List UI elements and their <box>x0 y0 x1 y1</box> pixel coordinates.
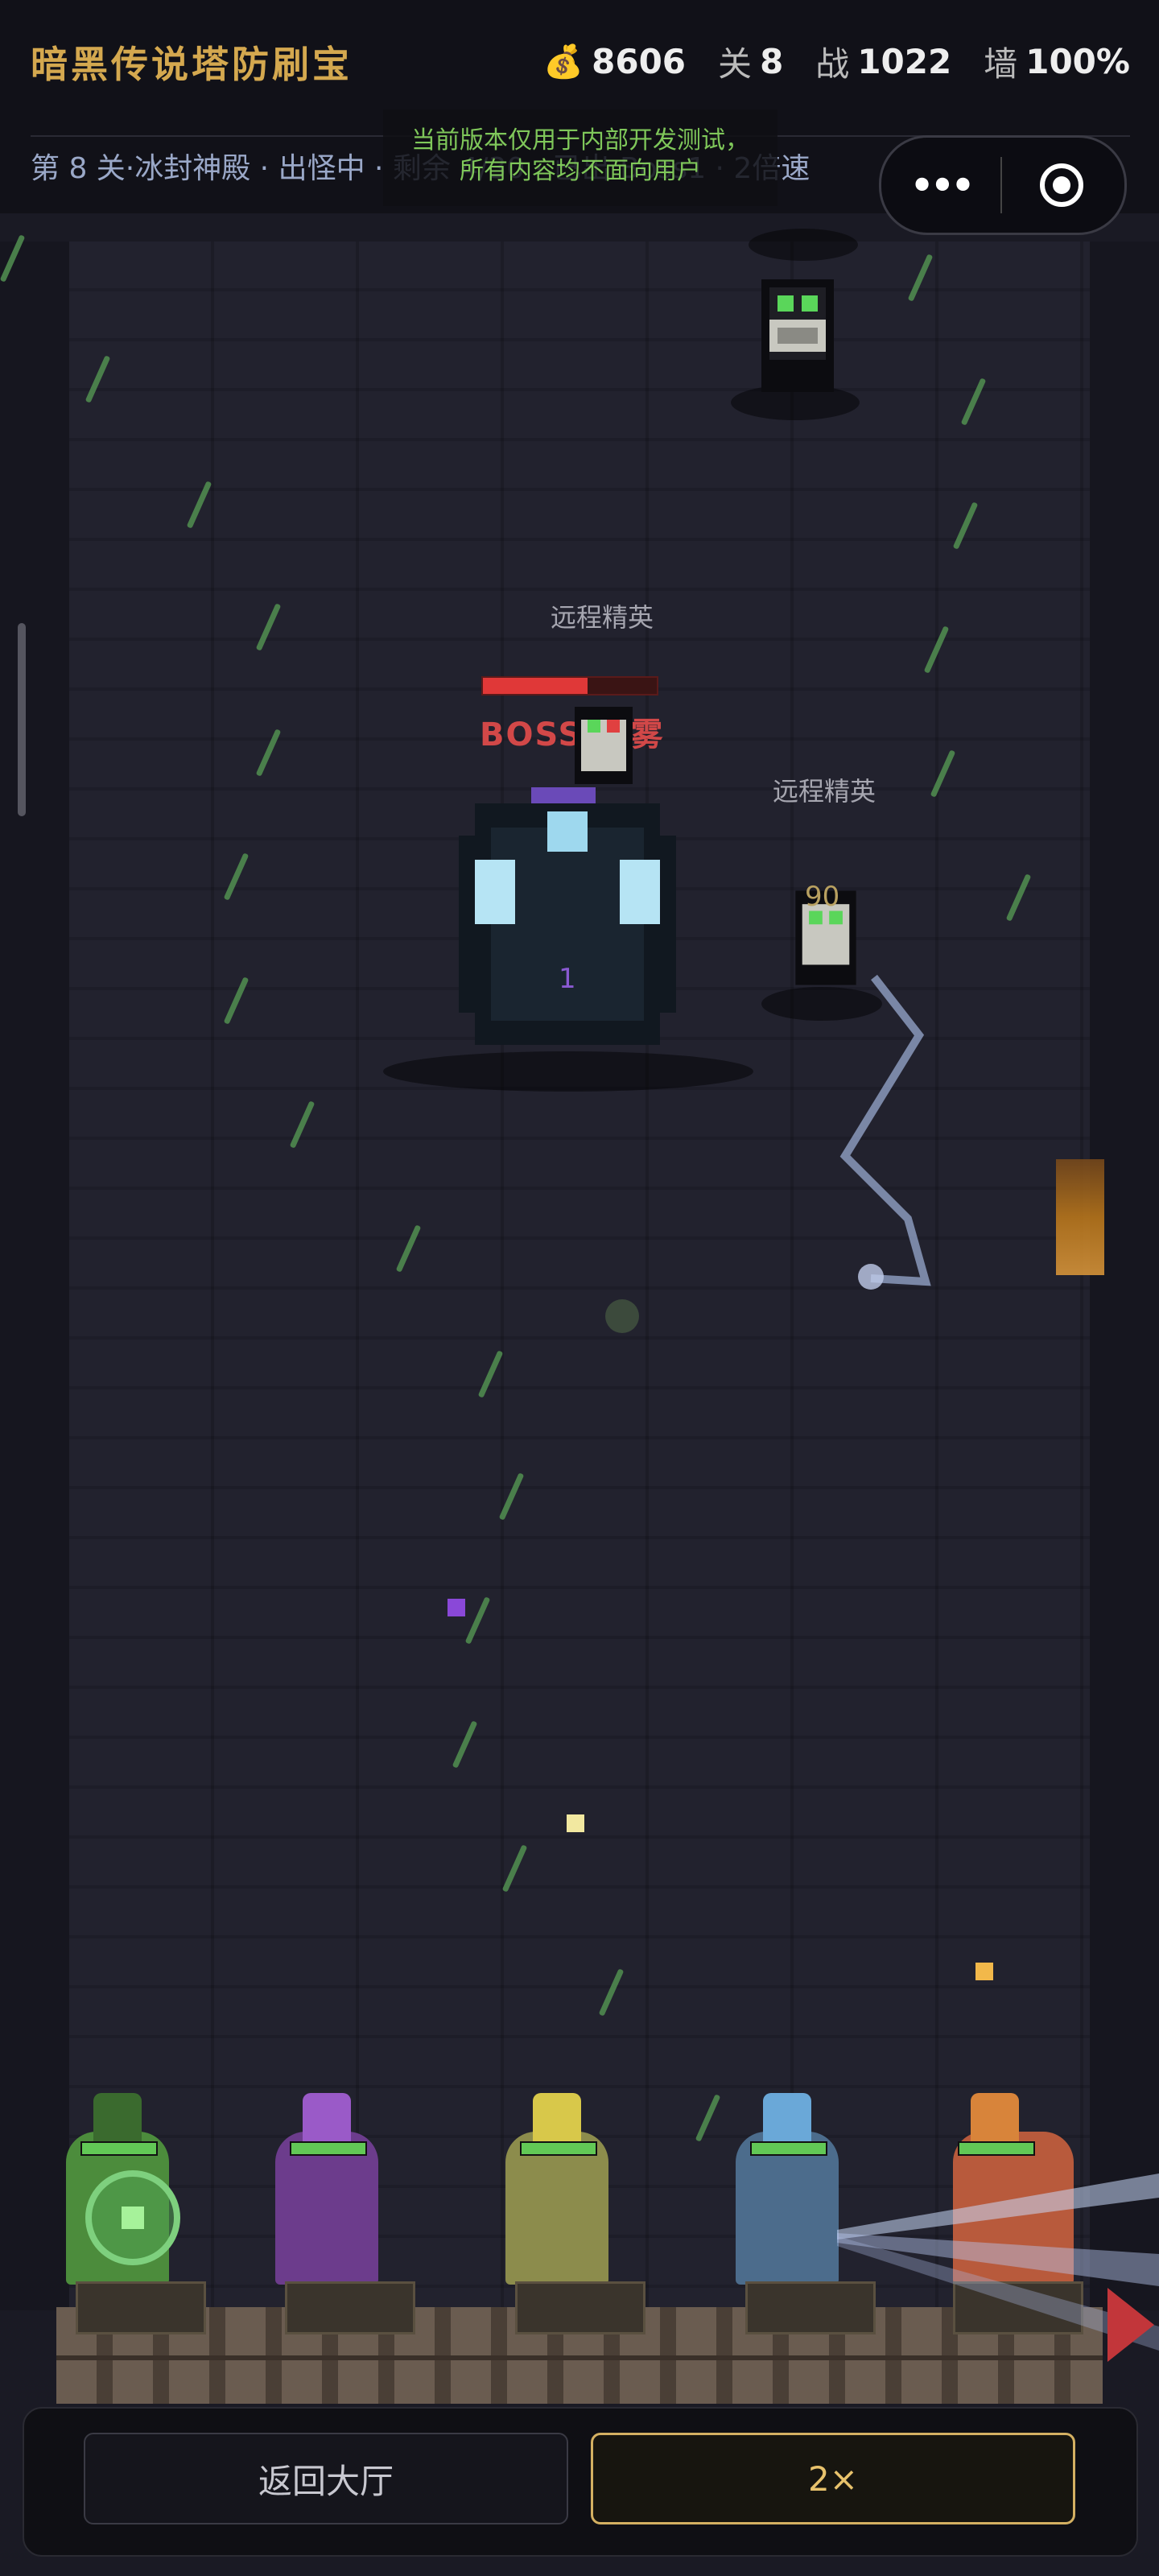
tower-slot-2[interactable] <box>275 2085 420 2334</box>
boss-health-fill <box>483 678 588 694</box>
power-label: 战 <box>815 44 850 84</box>
return-lobby-button[interactable]: 返回大厅 <box>84 2433 568 2524</box>
fire-effect <box>1056 1159 1104 1275</box>
tower-hat <box>971 2093 1019 2141</box>
elite-damage-text: 90 <box>805 881 840 913</box>
enemy-shadow <box>749 229 858 261</box>
tower-pedestal <box>285 2281 415 2334</box>
tower-hp-bar <box>750 2141 827 2156</box>
tower-hat <box>93 2093 142 2141</box>
gold-stat: 💰 8606 <box>543 42 686 81</box>
elite-label: 远程精英 <box>773 776 876 807</box>
spark-projectile <box>975 1963 993 1980</box>
power-value: 1022 <box>857 42 952 81</box>
tower-hp-bar <box>958 2141 1035 2156</box>
dev-notice: 当前版本仅用于内部开发测试， 所有内容均不面向用户 <box>383 109 777 206</box>
tower-slot-1[interactable] <box>66 2085 211 2334</box>
tower-hp-bar <box>520 2141 597 2156</box>
light-projectile <box>567 1814 584 1832</box>
stage-label: 关 <box>718 44 753 84</box>
boss-enemy[interactable] <box>451 787 684 1061</box>
power-stat: 战 1022 <box>815 37 951 86</box>
orb-projectile <box>605 1299 639 1333</box>
target-icon <box>1040 163 1083 207</box>
tower-hat <box>533 2093 581 2141</box>
magic-projectile <box>448 1599 465 1616</box>
stats-bar: 💰 8606 关 8 战 1022 墙 100% <box>543 37 1130 86</box>
speed-toggle-button[interactable]: 2× <box>591 2433 1075 2524</box>
miniprogram-capsule: ••• <box>879 135 1127 235</box>
boss-health-bar <box>481 676 658 696</box>
stage-value: 8 <box>760 42 784 81</box>
tower-pedestal <box>515 2281 645 2334</box>
wall-value: 100% <box>1025 42 1130 81</box>
tower-slot-3[interactable] <box>505 2085 650 2334</box>
stage-stat: 关 8 <box>718 37 783 86</box>
tower-hp-bar <box>80 2141 158 2156</box>
tower-hat <box>763 2093 811 2141</box>
more-menu-button[interactable]: ••• <box>881 163 1000 207</box>
wall-stat: 墙 100% <box>984 37 1130 86</box>
lightning-effect <box>839 974 931 1290</box>
next-arrow-icon[interactable] <box>1107 2288 1154 2362</box>
gold-value: 8606 <box>592 42 687 81</box>
elite-label: 远程精英 <box>551 602 654 633</box>
tower-hp-bar <box>290 2141 367 2156</box>
game-title: 暗黑传说塔防刷宝 <box>31 43 353 86</box>
dev-notice-line-2: 所有内容均不面向用户 <box>460 157 701 185</box>
scrollbar[interactable] <box>18 623 26 816</box>
tower-pedestal <box>76 2281 206 2334</box>
right-wall <box>1090 242 1159 2310</box>
wall-label: 墙 <box>984 44 1018 84</box>
tower-hat <box>303 2093 351 2141</box>
left-wall <box>0 242 69 2310</box>
selected-ring-icon <box>85 2170 180 2265</box>
close-miniprogram-button[interactable] <box>1002 163 1121 207</box>
elite-enemy-near-boss[interactable] <box>568 707 639 784</box>
dev-notice-line-1: 当前版本仅用于内部开发测试， <box>411 126 749 155</box>
ranged-elite-enemy[interactable] <box>753 279 842 393</box>
boss-damage-text: 1 <box>559 963 576 995</box>
money-bag-icon: 💰 <box>543 43 584 80</box>
